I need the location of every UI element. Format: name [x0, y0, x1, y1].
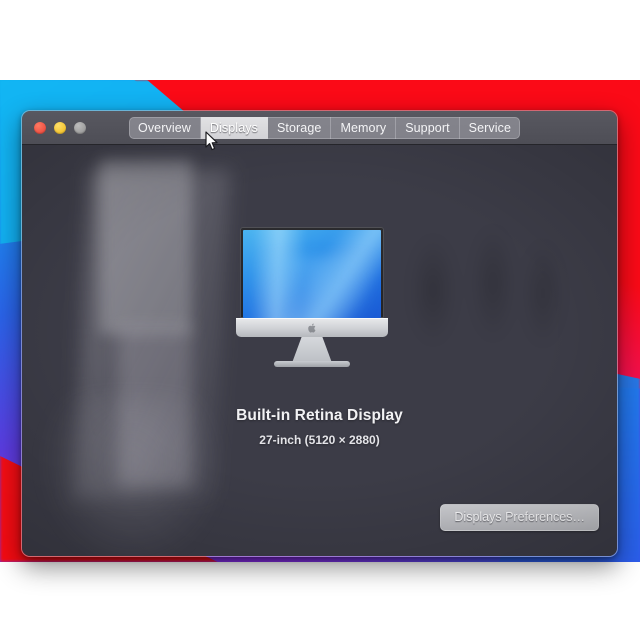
tab-overview[interactable]: Overview: [129, 117, 201, 139]
zoom-button-icon[interactable]: [74, 121, 86, 134]
displays-pane: Built-in Retina Display 27-inch (5120 × …: [22, 145, 617, 556]
toolbar-segmented-control: Overview Displays Storage Memory Support…: [129, 117, 521, 139]
screenshot-root: Overview Displays Storage Memory Support…: [0, 0, 640, 640]
window-titlebar: Overview Displays Storage Memory Support…: [22, 111, 617, 145]
tab-support[interactable]: Support: [396, 117, 460, 139]
tab-service[interactable]: Service: [460, 117, 520, 139]
content-vignette: [22, 145, 617, 556]
tab-displays[interactable]: Displays: [200, 117, 268, 139]
minimize-button-icon[interactable]: [54, 121, 66, 134]
close-button-icon[interactable]: [34, 121, 46, 134]
traffic-light-buttons: [34, 121, 86, 134]
tab-storage[interactable]: Storage: [268, 117, 332, 139]
about-this-mac-window: Overview Displays Storage Memory Support…: [21, 110, 618, 557]
tab-memory[interactable]: Memory: [331, 117, 397, 139]
